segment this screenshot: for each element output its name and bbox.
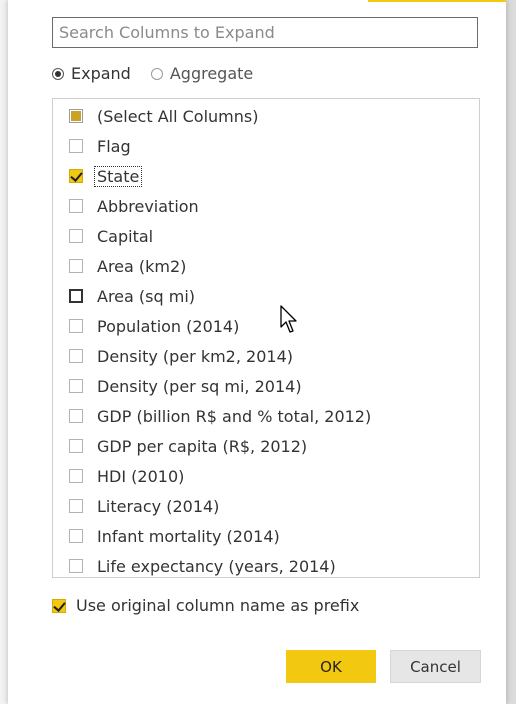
column-item-label: State — [93, 165, 143, 187]
column-item-label: Life expectancy (years, 2014) — [97, 556, 336, 576]
expand-radio-label: Expand — [71, 64, 131, 83]
checkbox[interactable] — [69, 379, 83, 393]
checkbox[interactable] — [69, 289, 83, 303]
select-all-checkbox[interactable] — [69, 109, 83, 123]
column-item-label: Area (km2) — [97, 256, 187, 276]
search-columns-input[interactable] — [52, 17, 478, 48]
column-item-density-sq-mi[interactable]: Density (per sq mi, 2014) — [69, 371, 302, 401]
column-item-population[interactable]: Population (2014) — [69, 311, 239, 341]
ok-button[interactable]: OK — [286, 650, 376, 683]
column-list: (Select All Columns) Flag State Abbrevia… — [52, 98, 480, 578]
expand-radio[interactable]: Expand — [52, 64, 131, 83]
column-item-label: Literacy (2014) — [97, 496, 220, 516]
column-item-label: Area (sq mi) — [97, 286, 195, 306]
checkbox[interactable] — [69, 199, 83, 213]
column-item-label: HDI (2010) — [97, 466, 185, 486]
column-item-label: Population (2014) — [97, 316, 240, 336]
checkbox[interactable] — [69, 229, 83, 243]
column-item-label: Density (per sq mi, 2014) — [97, 376, 302, 396]
checkbox[interactable] — [69, 259, 83, 273]
aggregate-radio-dot[interactable] — [150, 67, 163, 80]
use-prefix-checkbox[interactable] — [52, 598, 66, 613]
column-item-hdi[interactable]: HDI (2010) — [69, 461, 184, 491]
checkbox[interactable] — [69, 559, 83, 573]
column-item-life-expectancy[interactable]: Life expectancy (years, 2014) — [69, 551, 336, 581]
checkbox[interactable] — [69, 319, 83, 333]
column-item-area-km2[interactable]: Area (km2) — [69, 251, 186, 281]
column-item-capital[interactable]: Capital — [69, 221, 153, 251]
column-item-label: Capital — [97, 226, 154, 246]
use-prefix-label: Use original column name as prefix — [76, 596, 360, 615]
column-item-label: GDP (billion R$ and % total, 2012) — [97, 406, 372, 426]
column-item-area-sq-mi[interactable]: Area (sq mi) — [69, 281, 195, 311]
column-item-label: (Select All Columns) — [97, 106, 259, 126]
expand-radio-dot[interactable] — [52, 67, 64, 80]
mouse-cursor-icon — [280, 305, 297, 333]
column-item-literacy[interactable]: Literacy (2014) — [69, 491, 219, 521]
cancel-button[interactable]: Cancel — [390, 650, 481, 683]
mode-radio-group: Expand Aggregate — [52, 64, 273, 83]
use-prefix-option[interactable]: Use original column name as prefix — [52, 596, 359, 615]
aggregate-radio-label: Aggregate — [169, 64, 254, 83]
checkbox[interactable] — [69, 349, 83, 363]
background-right-edge — [506, 0, 516, 704]
column-item-label: Infant mortality (2014) — [97, 526, 280, 546]
checkbox[interactable] — [69, 139, 83, 153]
column-item-flag[interactable]: Flag — [69, 131, 131, 161]
column-item-abbreviation[interactable]: Abbreviation — [69, 191, 199, 221]
column-item-density-km2[interactable]: Density (per km2, 2014) — [69, 341, 293, 371]
column-item-label: GDP per capita (R$, 2012) — [97, 436, 308, 456]
checkbox[interactable] — [69, 499, 83, 513]
top-accent-bar — [368, 0, 506, 2]
expand-columns-dialog: Expand Aggregate (Select All Columns) Fl… — [8, 0, 506, 704]
column-item-label: Flag — [97, 136, 131, 156]
column-item-state[interactable]: State — [69, 161, 143, 191]
checkbox[interactable] — [69, 409, 83, 423]
aggregate-radio[interactable]: Aggregate — [150, 64, 254, 83]
checkbox[interactable] — [69, 169, 83, 183]
column-item-label: Abbreviation — [97, 196, 199, 216]
column-item-label: Density (per km2, 2014) — [97, 346, 293, 366]
column-item-select-all[interactable]: (Select All Columns) — [69, 101, 258, 131]
checkbox[interactable] — [69, 529, 83, 543]
column-item-gdp[interactable]: GDP (billion R$ and % total, 2012) — [69, 401, 371, 431]
checkbox[interactable] — [69, 469, 83, 483]
checkbox[interactable] — [69, 439, 83, 453]
column-item-gdp-per-capita[interactable]: GDP per capita (R$, 2012) — [69, 431, 307, 461]
column-item-infant-mortality[interactable]: Infant mortality (2014) — [69, 521, 280, 551]
